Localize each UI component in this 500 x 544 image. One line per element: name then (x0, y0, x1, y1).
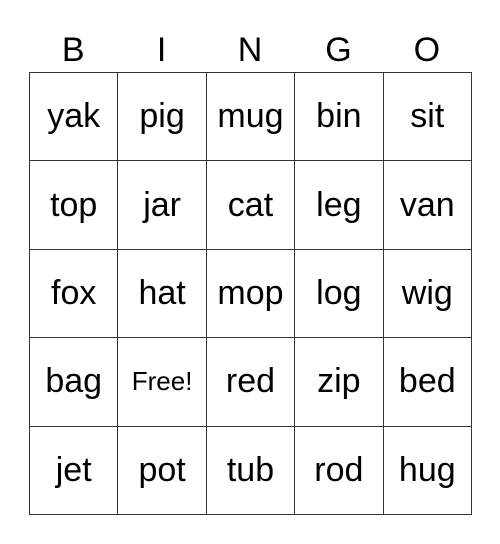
bingo-cell[interactable]: zip (294, 337, 384, 427)
bingo-cell[interactable]: bin (294, 71, 384, 162)
grid-row: top jar cat leg van (28, 160, 473, 250)
bingo-cell[interactable]: bed (382, 337, 473, 427)
grid-row: bag Free! red zip bed (28, 337, 473, 427)
bingo-cell[interactable]: leg (294, 160, 384, 250)
bingo-cell[interactable]: top (28, 160, 119, 250)
bingo-header: B I N G O (29, 28, 471, 72)
bingo-cell[interactable]: mug (205, 71, 296, 162)
bingo-cell[interactable]: sit (382, 71, 473, 162)
bingo-cell[interactable]: jar (117, 160, 207, 250)
bingo-cell[interactable]: tub (205, 425, 296, 516)
header-letter-b: B (61, 31, 85, 69)
header-letter-n: N (237, 31, 263, 69)
bingo-cell[interactable]: hat (117, 248, 207, 339)
grid-row: jet pot tub rod hug (28, 425, 473, 516)
grid-row: yak pig mug bin sit (28, 71, 473, 162)
bingo-cell[interactable]: fox (28, 248, 119, 339)
header-letter-i: I (156, 31, 167, 69)
bingo-cell[interactable]: wig (382, 248, 473, 339)
bingo-cell[interactable]: bag (28, 337, 119, 427)
bingo-grid: yak pig mug bin sit top jar cat leg van fox hat mop l… (28, 71, 473, 516)
header-letter-o: O (413, 31, 441, 69)
bingo-cell[interactable]: log (294, 248, 384, 339)
bingo-cell[interactable]: mop (205, 248, 296, 339)
bingo-cell[interactable]: rod (294, 425, 384, 516)
bingo-cell[interactable]: pig (117, 71, 207, 162)
free-space[interactable]: Free! (117, 337, 207, 427)
bingo-cell[interactable]: hug (382, 425, 473, 516)
bingo-cell[interactable]: pot (117, 425, 207, 516)
bingo-cell[interactable]: yak (28, 71, 119, 162)
bingo-cell[interactable]: red (205, 337, 296, 427)
header-letter-g: G (325, 31, 352, 69)
bingo-cell[interactable]: jet (28, 425, 119, 516)
bingo-cell[interactable]: van (382, 160, 473, 250)
bingo-cell[interactable]: cat (205, 160, 296, 250)
grid-row: fox hat mop log wig (28, 248, 473, 339)
